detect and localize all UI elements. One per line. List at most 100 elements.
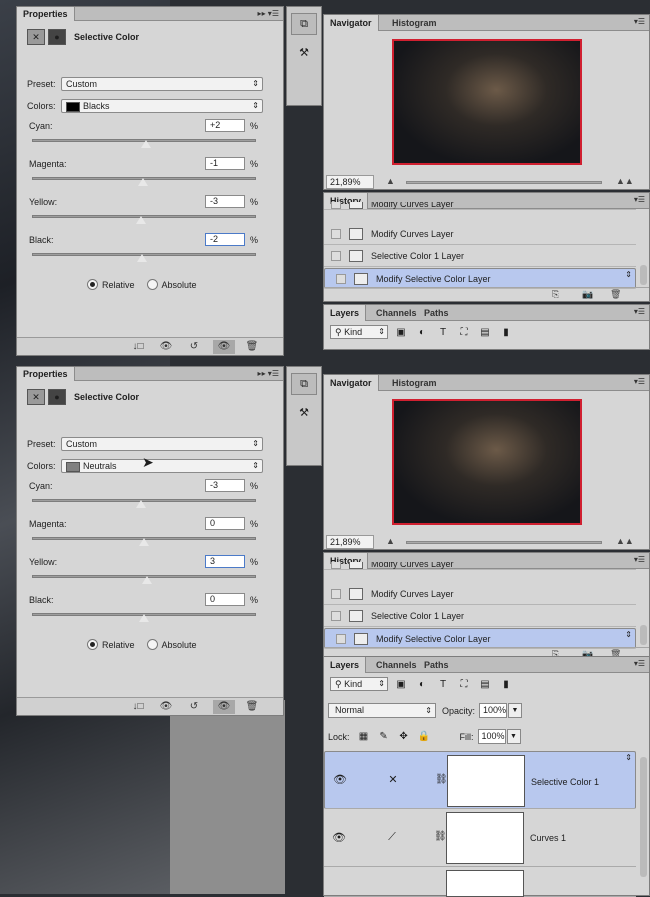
navigator-preview[interactable] [392, 39, 582, 165]
tab-navigator[interactable]: Navigator [324, 375, 379, 391]
zoom-out-icon[interactable]: ▲ [386, 176, 395, 186]
panel-menu-icon[interactable]: ▾☰ [634, 305, 645, 319]
history-checkbox[interactable] [331, 611, 341, 621]
history-scrollbar[interactable] [640, 625, 647, 645]
snapshot-camera-icon[interactable]: 📷 [582, 289, 593, 300]
slider-value-input[interactable]: -1 [205, 157, 245, 170]
history-checkbox[interactable] [331, 229, 341, 239]
history-item[interactable]: Modify Selective Color Layer [324, 628, 636, 649]
layer-mask-thumbnail[interactable] [446, 812, 524, 864]
slider-thumb[interactable] [134, 215, 147, 225]
filter-type-icon[interactable]: T [436, 678, 450, 691]
filter-smart-icon[interactable]: ▤ [478, 678, 492, 691]
filter-toggle-icon[interactable]: ▮ [499, 678, 513, 691]
slider-thumb[interactable] [140, 139, 153, 149]
filter-kind-select[interactable]: ⚲ Kind [330, 325, 388, 339]
relative-radio[interactable] [87, 639, 98, 650]
layer-row[interactable]: 👁 ✕ ⛓ Selective Color 1 [324, 751, 636, 809]
panel-menu-icon[interactable]: ▸▸ ▾☰ [258, 7, 279, 21]
filter-type-icon[interactable]: T [436, 326, 450, 339]
layer-visibility-eye-icon[interactable]: 👁 [333, 774, 347, 786]
adjustment-icon[interactable]: ✕ [27, 389, 45, 405]
tab-layers[interactable]: Layers [324, 305, 367, 321]
navigator-preview[interactable] [392, 399, 582, 525]
slider-thumb[interactable] [136, 177, 149, 187]
zoom-in-icon[interactable]: ▲▲ [616, 176, 634, 186]
history-item[interactable]: Modify Selective Color Layer [324, 268, 636, 289]
slider-value-input[interactable]: -3 [205, 195, 245, 208]
history-checkbox[interactable] [331, 562, 341, 569]
history-item[interactable]: Modify Curves Layer [324, 584, 636, 605]
filter-image-icon[interactable]: ▣ [394, 678, 408, 691]
tab-paths[interactable]: Paths [418, 305, 455, 321]
slider-value-input[interactable]: 0 [205, 593, 245, 606]
tool-presets-icon[interactable]: ⚒ [291, 403, 317, 425]
visibility-eye-icon[interactable]: 👁 [213, 340, 235, 354]
link-chain-icon[interactable]: ⛓ [435, 774, 448, 786]
panel-menu-icon[interactable]: ▾☰ [634, 15, 645, 29]
lock-image-icon[interactable]: ✎ [378, 731, 390, 742]
tool-presets-icon[interactable]: ⚒ [291, 43, 317, 65]
3d-icon[interactable]: ⧉ [291, 13, 317, 35]
colors-select[interactable]: Blacks [61, 99, 263, 113]
zoom-out-icon[interactable]: ▲ [386, 536, 395, 546]
slider-thumb[interactable] [138, 613, 150, 623]
trash-icon[interactable]: 🗑 [610, 289, 621, 300]
history-item[interactable]: Selective Color 1 Layer [324, 606, 636, 627]
filter-adjustment-icon[interactable]: ◐ [415, 326, 429, 339]
mask-icon[interactable]: ● [48, 389, 66, 405]
slider-thumb[interactable] [138, 537, 150, 547]
slider-value-input[interactable]: +2 [205, 119, 245, 132]
panel-menu-icon[interactable]: ▸▸ ▾☰ [258, 367, 279, 381]
tab-properties[interactable]: Properties [17, 7, 75, 21]
slider-value-input[interactable]: -2 [205, 233, 245, 246]
layer-row[interactable]: 👁 ⟋ ⛓ Curves 1 [324, 809, 636, 867]
filter-shape-icon[interactable]: ⛶ [457, 678, 471, 691]
tab-histogram[interactable]: Histogram [386, 15, 443, 31]
preset-select[interactable]: Custom [61, 77, 263, 91]
panel-menu-icon[interactable]: ▾☰ [634, 375, 645, 389]
zoom-in-icon[interactable]: ▲▲ [616, 536, 634, 546]
tab-paths[interactable]: Paths [418, 657, 455, 673]
tab-channels[interactable]: Channels [370, 657, 423, 673]
slider-thumb[interactable] [134, 499, 147, 509]
layer-mask-thumbnail[interactable] [447, 755, 525, 807]
filter-toggle-icon[interactable]: ▮ [499, 326, 513, 339]
history-checkbox[interactable] [331, 202, 341, 209]
view-previous-icon[interactable]: 👁 [157, 340, 175, 354]
history-item[interactable]: Modify Curves Layer [324, 202, 636, 210]
relative-radio[interactable] [87, 279, 98, 290]
preset-select[interactable]: Custom [61, 437, 263, 451]
history-item[interactable]: Modify Curves Layer [324, 224, 636, 245]
tab-properties[interactable]: Properties [17, 367, 75, 381]
history-item[interactable]: Selective Color 1 Layer [324, 246, 636, 267]
zoom-field[interactable]: 21,89% [326, 535, 374, 549]
history-item[interactable]: Modify Curves Layer [324, 562, 636, 570]
3d-icon[interactable]: ⧉ [291, 373, 317, 395]
filter-image-icon[interactable]: ▣ [394, 326, 408, 339]
opacity-dropdown-icon[interactable]: ▼ [508, 703, 523, 718]
lock-position-icon[interactable]: ✥ [398, 731, 410, 742]
history-checkbox[interactable] [331, 251, 341, 261]
history-checkbox[interactable] [336, 633, 346, 644]
layer-row-partial[interactable] [324, 867, 636, 897]
reset-icon[interactable]: ↺ [185, 340, 203, 354]
lock-all-icon[interactable]: 🔒 [418, 731, 430, 742]
absolute-radio[interactable] [146, 639, 158, 650]
slider-thumb[interactable] [141, 575, 154, 585]
visibility-eye-icon[interactable]: 👁 [213, 700, 235, 714]
lock-transparent-icon[interactable]: ▦ [358, 731, 370, 742]
trash-icon[interactable]: 🗑 [243, 700, 261, 714]
fill-input[interactable]: 100% [477, 729, 506, 744]
opacity-input[interactable]: 100% [479, 703, 508, 718]
panel-menu-icon[interactable]: ▾☰ [634, 657, 645, 671]
slider-thumb[interactable] [135, 253, 148, 263]
filter-kind-select[interactable]: ⚲ Kind [330, 677, 388, 691]
layer-visibility-eye-icon[interactable]: 👁 [332, 831, 346, 844]
zoom-slider[interactable] [406, 541, 602, 544]
reset-icon[interactable]: ↺ [185, 700, 203, 714]
tab-channels[interactable]: Channels [370, 305, 423, 321]
layer-name[interactable]: Selective Color 1 [531, 776, 599, 788]
slider-value-input[interactable]: -3 [205, 479, 245, 492]
trash-icon[interactable]: 🗑 [243, 340, 261, 354]
